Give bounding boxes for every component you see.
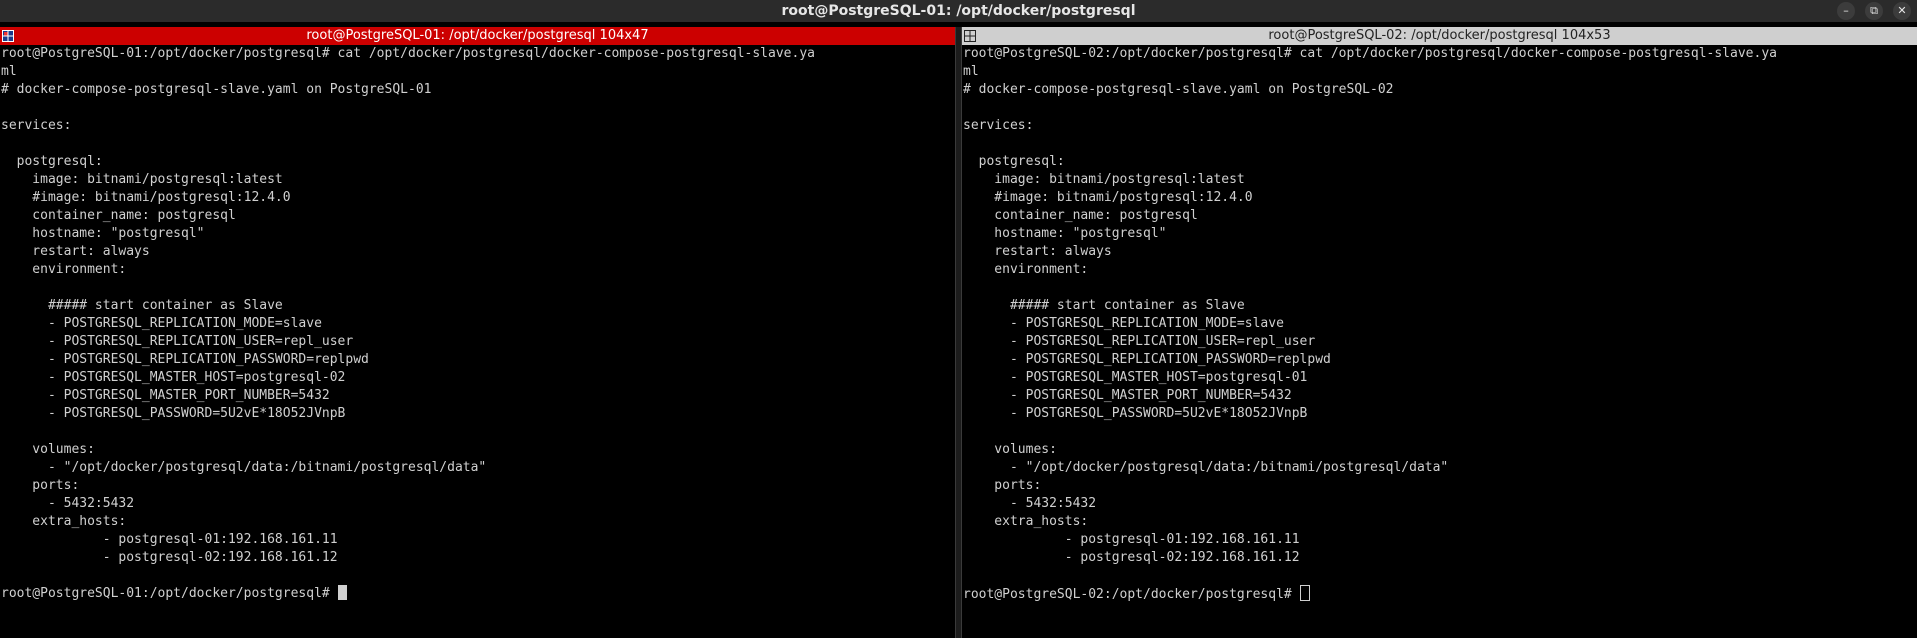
close-icon[interactable]: ✕ <box>1893 2 1911 20</box>
terminal-line: - POSTGRESQL_PASSWORD=5U2vE*18O52JVnpB <box>1 406 346 421</box>
pane-title: root@PostgreSQL-01: /opt/docker/postgres… <box>306 28 649 43</box>
terminal-line: - POSTGRESQL_MASTER_HOST=postgresql-01 <box>963 370 1308 385</box>
terminal-line: #image: bitnami/postgresql:12.4.0 <box>963 190 1253 205</box>
terminal-line: environment: <box>1 262 127 277</box>
terminal-output[interactable]: root@PostgreSQL-01:/opt/docker/postgresq… <box>0 45 955 603</box>
terminal-line: - 5432:5432 <box>963 496 1097 511</box>
terminal-line: - POSTGRESQL_REPLICATION_PASSWORD=replpw… <box>1 352 369 367</box>
terminal-line: container_name: postgresql <box>963 208 1198 223</box>
terminal-line: - 5432:5432 <box>1 496 135 511</box>
terminal-line: ##### start container as Slave <box>1 298 283 313</box>
terminal-line: - POSTGRESQL_PASSWORD=5U2vE*18O52JVnpB <box>963 406 1308 421</box>
terminal-line: root@PostgreSQL-02:/opt/docker/postgresq… <box>963 46 1777 61</box>
pane-header[interactable]: root@PostgreSQL-01: /opt/docker/postgres… <box>0 27 955 45</box>
terminal-line: # docker-compose-postgresql-slave.yaml o… <box>1 82 432 97</box>
pane-header[interactable]: root@PostgreSQL-02: /opt/docker/postgres… <box>962 27 1917 45</box>
terminal-line: services: <box>1 118 72 133</box>
terminal-prompt: root@PostgreSQL-01:/opt/docker/postgresq… <box>1 586 338 601</box>
terminal-line: - POSTGRESQL_REPLICATION_MODE=slave <box>963 316 1284 331</box>
window-titlebar[interactable]: root@PostgreSQL-01: /opt/docker/postgres… <box>0 0 1917 22</box>
terminal-line: - postgresql-02:192.168.161.12 <box>963 550 1300 565</box>
terminal-line: extra_hosts: <box>1 514 127 529</box>
terminal-line: services: <box>963 118 1034 133</box>
terminal-line: ##### start container as Slave <box>963 298 1245 313</box>
terminal-line: - POSTGRESQL_REPLICATION_PASSWORD=replpw… <box>963 352 1331 367</box>
restore-icon[interactable]: ⧉ <box>1865 2 1883 20</box>
terminal-line: - POSTGRESQL_REPLICATION_USER=repl_user <box>1 334 354 349</box>
terminal-line: postgresql: <box>1 154 103 169</box>
terminal-line: restart: always <box>963 244 1112 259</box>
terminal-line: ml <box>1 64 17 79</box>
terminal-line: - POSTGRESQL_MASTER_PORT_NUMBER=5432 <box>1 388 330 403</box>
terminal-line: hostname: "postgresql" <box>1 226 205 241</box>
terminal-line: - POSTGRESQL_REPLICATION_MODE=slave <box>1 316 322 331</box>
terminal-line: postgresql: <box>963 154 1065 169</box>
terminal-line: restart: always <box>1 244 150 259</box>
terminal-line: - POSTGRESQL_REPLICATION_USER=repl_user <box>963 334 1316 349</box>
window-title: root@PostgreSQL-01: /opt/docker/postgres… <box>781 3 1136 19</box>
terminal-line: - postgresql-01:192.168.161.11 <box>963 532 1300 547</box>
pane-divider[interactable] <box>955 27 962 638</box>
terminal-line: - postgresql-02:192.168.161.12 <box>1 550 338 565</box>
terminal-line: - "/opt/docker/postgresql/data:/bitnami/… <box>963 460 1449 475</box>
terminal-line: volumes: <box>1 442 95 457</box>
terminal-line: image: bitnami/postgresql:latest <box>963 172 1245 187</box>
split-pane-icon <box>964 30 976 42</box>
terminal-line: root@PostgreSQL-01:/opt/docker/postgresq… <box>1 46 815 61</box>
terminal-prompt-line[interactable]: root@PostgreSQL-02:/opt/docker/postgresq… <box>963 585 1917 603</box>
terminal-prompt-line[interactable]: root@PostgreSQL-01:/opt/docker/postgresq… <box>1 585 955 603</box>
terminal-line: - POSTGRESQL_MASTER_PORT_NUMBER=5432 <box>963 388 1292 403</box>
terminal-line: ml <box>963 64 979 79</box>
pane-title: root@PostgreSQL-02: /opt/docker/postgres… <box>1268 28 1611 43</box>
terminal-line: volumes: <box>963 442 1057 457</box>
text-cursor <box>337 585 347 600</box>
terminal-line: ports: <box>963 478 1042 493</box>
window-controls: – ⧉ ✕ <box>1837 2 1911 20</box>
terminal-line: #image: bitnami/postgresql:12.4.0 <box>1 190 291 205</box>
terminal-line: extra_hosts: <box>963 514 1089 529</box>
terminal-line: image: bitnami/postgresql:latest <box>1 172 283 187</box>
terminal-line: - postgresql-01:192.168.161.11 <box>1 532 338 547</box>
terminal-line: environment: <box>963 262 1089 277</box>
terminal-line: hostname: "postgresql" <box>963 226 1167 241</box>
terminal-line: ports: <box>1 478 80 493</box>
terminal-pane-1[interactable]: root@PostgreSQL-01: /opt/docker/postgres… <box>0 27 955 638</box>
text-cursor <box>1299 585 1310 601</box>
minimize-icon[interactable]: – <box>1837 2 1855 20</box>
terminal-line: container_name: postgresql <box>1 208 236 223</box>
terminal-line: - POSTGRESQL_MASTER_HOST=postgresql-02 <box>1 370 346 385</box>
split-pane-icon <box>2 30 14 42</box>
terminal-output[interactable]: root@PostgreSQL-02:/opt/docker/postgresq… <box>962 45 1917 603</box>
terminal-line: # docker-compose-postgresql-slave.yaml o… <box>963 82 1394 97</box>
terminal-window: root@PostgreSQL-01: /opt/docker/postgres… <box>0 0 1917 638</box>
terminal-line: - "/opt/docker/postgresql/data:/bitnami/… <box>1 460 487 475</box>
terminal-prompt: root@PostgreSQL-02:/opt/docker/postgresq… <box>963 587 1300 602</box>
terminal-pane-2[interactable]: root@PostgreSQL-02: /opt/docker/postgres… <box>962 27 1917 638</box>
